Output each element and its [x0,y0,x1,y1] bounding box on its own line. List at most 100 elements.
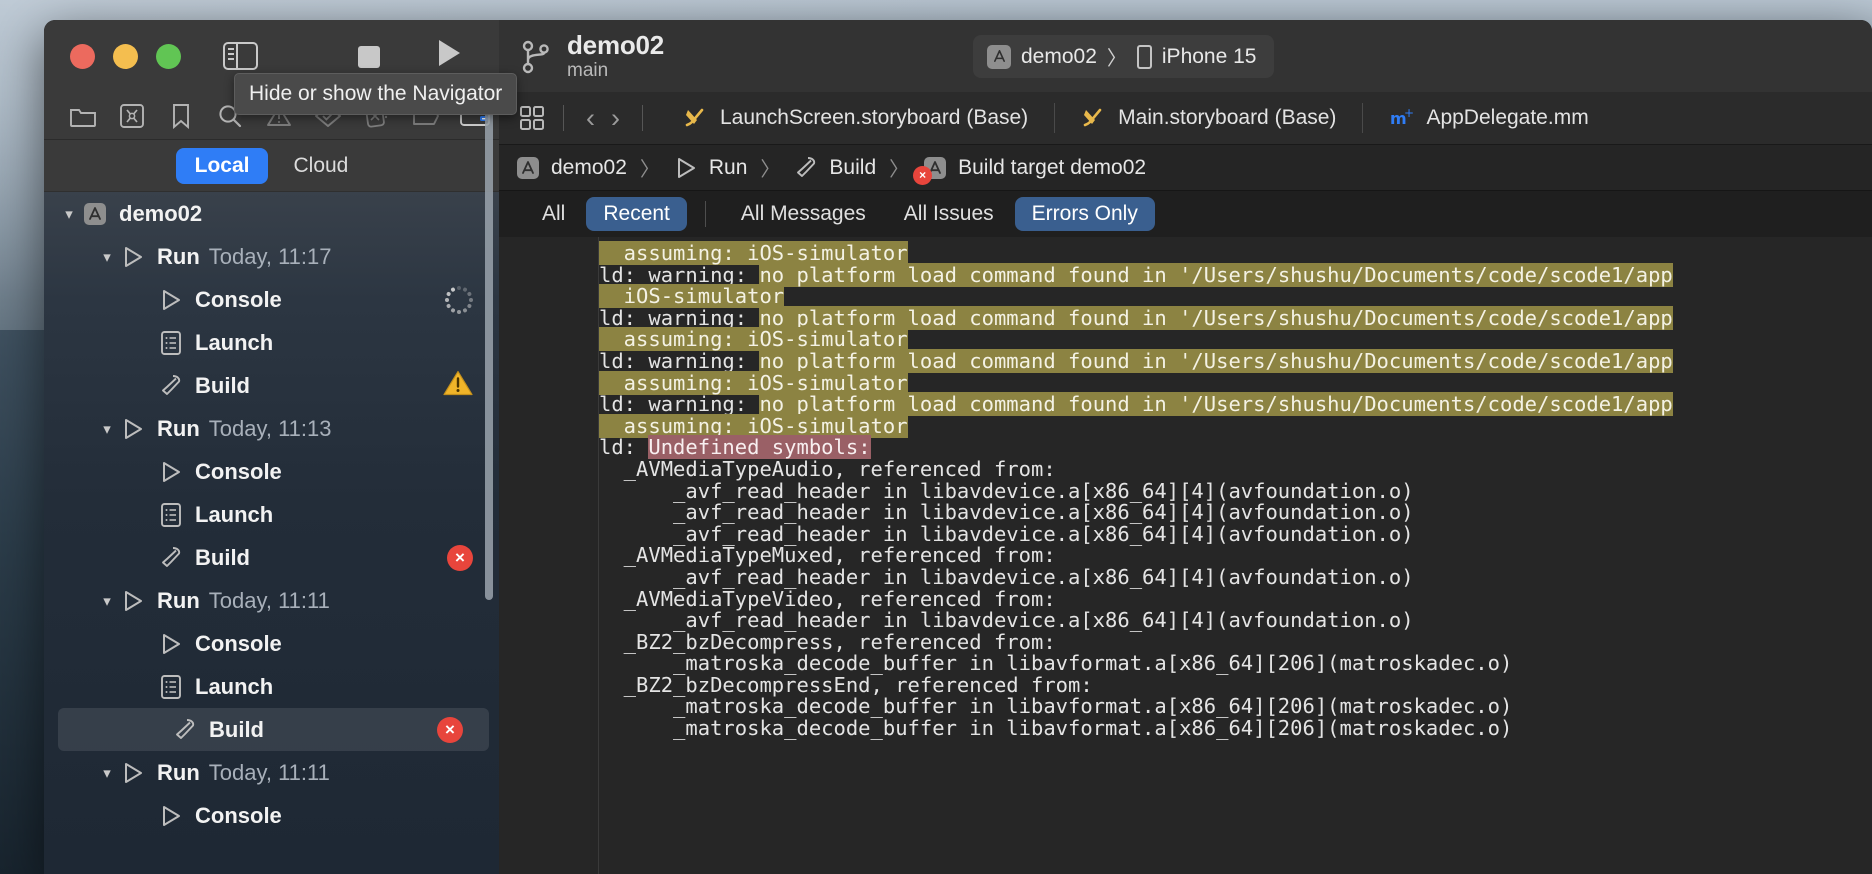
log-line[interactable]: iOS-simulator [599,284,1872,309]
tree-row-run[interactable]: ▾ Run Today, 11:17 [44,235,499,278]
log-line[interactable]: _matroska_decode_buffer in libavformat.a… [599,717,1872,740]
filter-all[interactable]: All [525,197,582,231]
log-error-highlight: Undefined symbols: [648,435,871,460]
log-line[interactable]: _avf_read_header in libavdevice.a[x86_64… [599,480,1872,503]
breadcrumb-item-build-target-demo02[interactable]: × Build target demo02 [913,155,1146,185]
launch-icon [156,502,186,528]
log-line[interactable]: _AVMediaTypeVideo, referenced from: [599,588,1872,611]
log-line[interactable]: _BZ2_bzDecompress, referenced from: [599,631,1872,654]
segment-local[interactable]: Local [175,147,269,184]
go-forward-icon[interactable]: › [603,103,628,134]
log-line[interactable]: _avf_read_header in libavdevice.a[x86_64… [599,501,1872,524]
build-log-content[interactable]: assuming: iOS-simulator ld: warning: no p… [599,237,1872,874]
log-line[interactable]: _avf_read_header in libavdevice.a[x86_64… [599,523,1872,546]
run-icon [118,244,148,270]
reports-tree[interactable]: ▾ demo02 ▾ Run Today, 11:17 Console Launch Buil… [44,192,499,874]
log-line[interactable]: _BZ2_bzDecompressEnd, referenced from: [599,674,1872,697]
tree-row-launch[interactable]: Launch [44,321,499,364]
log-line[interactable]: assuming: iOS-simulator [599,413,1872,438]
scheme-info: demo02 main [567,31,664,82]
breadcrumb[interactable]: demo02 〉 Run 〉 Build 〉 × Build target demo02 [499,145,1872,191]
log-line[interactable]: ld: warning: no platform load command fo… [599,348,1872,373]
log-warning-highlight: no platform load command found in '/User… [759,392,1673,417]
tree-row-demo02[interactable]: ▾ demo02 [44,192,499,235]
tree-row-build[interactable]: Build × [44,536,499,579]
editor-options-icon[interactable] [515,105,549,131]
breadcrumb-item-label: demo02 [551,155,627,179]
close-button[interactable] [70,43,95,69]
tree-row-run[interactable]: ▾ Run Today, 11:13 [44,407,499,450]
filter-all-messages[interactable]: All Messages [724,197,883,231]
log-line[interactable]: assuming: iOS-simulator [599,370,1872,395]
error-badge: × [913,165,933,185]
tree-row-console[interactable]: Console [44,450,499,493]
navigator-scrollbar[interactable] [485,100,493,600]
navigator-scope-segments[interactable]: Local Cloud [44,140,499,192]
breadcrumb-item-run[interactable]: Run [673,155,747,181]
titlebar-right-region: demo02 main demo02 〉 iPhone 15 [499,20,1872,92]
editor-tab-label: LaunchScreen.storyboard (Base) [720,106,1029,129]
bookmark-icon[interactable] [156,103,205,129]
iphone-icon [1136,44,1152,69]
log-line[interactable]: assuming: iOS-simulator [599,327,1872,352]
minimize-button[interactable] [113,43,138,69]
tabbar-divider-1 [563,105,564,131]
go-back-icon[interactable]: ‹ [578,103,603,134]
filter-all-issues[interactable]: All Issues [887,197,1011,231]
source-control-icon[interactable] [107,103,156,129]
log-line[interactable]: ld: warning: no platform load command fo… [599,392,1872,417]
branch-name: main [567,59,609,81]
filter-recent[interactable]: Recent [586,197,687,231]
tree-row-console[interactable]: Console [44,278,499,321]
log-line[interactable]: _AVMediaTypeAudio, referenced from: [599,458,1872,481]
log-line[interactable]: ld: warning: no platform load command fo… [599,262,1872,287]
tree-row-label: Console [195,286,282,312]
tree-row-build[interactable]: Build [44,364,499,407]
breadcrumb-separator: 〉 [889,159,910,181]
folder-icon[interactable] [58,104,107,128]
chevron-down-icon[interactable]: ▾ [58,203,80,225]
log-line[interactable]: _avf_read_header in libavdevice.a[x86_64… [599,609,1872,632]
breadcrumb-item-demo02[interactable]: demo02 [515,155,627,181]
filter-errors-only[interactable]: Errors Only [1014,197,1155,231]
chevron-down-icon[interactable]: ▾ [96,762,118,784]
tree-row-launch[interactable]: Launch [44,665,499,708]
stop-button[interactable] [358,46,380,68]
chevron-down-icon[interactable]: ▾ [96,246,118,268]
chevron-down-icon[interactable]: ▾ [96,590,118,612]
run-button[interactable] [439,40,460,66]
tree-row-console[interactable]: Console [44,794,499,837]
log-line[interactable]: ld: Undefined symbols: [599,435,1872,460]
log-text: _matroska_decode_buffer in libavformat.a… [599,651,1513,676]
tree-row-launch[interactable]: Launch [44,493,499,536]
tree-row-run[interactable]: ▾ Run Today, 11:11 [44,751,499,794]
zoom-button[interactable] [156,43,181,69]
log-line[interactable]: _matroska_decode_buffer in libavformat.a… [599,651,1872,676]
log-line[interactable]: ld: warning: no platform load command fo… [599,305,1872,330]
traffic-light-buttons[interactable] [70,43,181,69]
run-destination-chooser[interactable]: demo02 〉 iPhone 15 [973,35,1275,78]
tree-row-build[interactable]: Build × [58,708,489,751]
launch-icon [156,674,186,700]
segment-cloud[interactable]: Cloud [274,148,367,184]
editor-tab-0[interactable]: LaunchScreen.storyboard (Base) [657,92,1054,145]
build-log-viewport[interactable]: assuming: iOS-simulator ld: warning: no p… [499,237,1872,874]
log-line[interactable]: assuming: iOS-simulator [599,241,1872,265]
log-line[interactable]: _AVMediaTypeMuxed, referenced from: [599,545,1872,567]
log-filter-bar[interactable]: All Recent All Messages All Issues Errors On… [499,191,1872,237]
editor-tab-2[interactable]: m + AppDelegate.mm [1363,92,1614,145]
log-warning-highlight: assuming: iOS-simulator [599,370,908,395]
log-line[interactable]: _matroska_decode_buffer in libavformat.a… [599,696,1872,718]
run-destination-scheme: demo02 [1021,44,1097,68]
chevron-down-icon[interactable]: ▾ [96,418,118,440]
tree-row-console[interactable]: Console [44,622,499,665]
log-text: ld: warning: [599,392,760,417]
tree-row-label: demo02 [119,200,203,226]
tree-row-run[interactable]: ▾ Run Today, 11:11 [44,579,499,622]
log-line[interactable]: _avf_read_header in libavdevice.a[x86_64… [599,566,1872,589]
navigator-toggle-icon[interactable] [223,42,258,70]
editor-tab-1[interactable]: Main.storyboard (Base) [1055,92,1362,145]
breadcrumb-item-build[interactable]: Build [793,155,876,181]
